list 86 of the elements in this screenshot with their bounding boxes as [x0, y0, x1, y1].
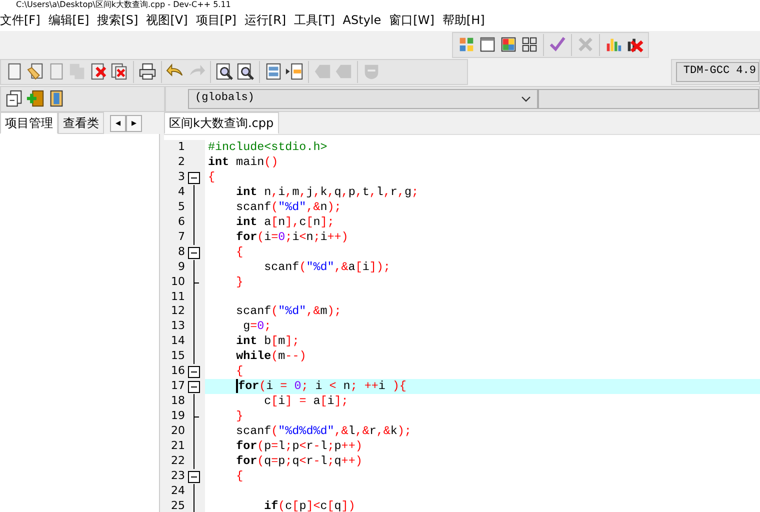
code-line: scanf("%d",&m); — [235, 304, 342, 320]
menu-item[interactable]: 编辑[E] — [48, 11, 98, 29]
check-icon[interactable] — [548, 35, 567, 54]
code-line: { — [235, 244, 244, 260]
code-line: g=0; — [242, 319, 272, 334]
menu-item[interactable]: 视图[V] — [146, 11, 196, 29]
code-line: scanf("%d",&n); — [235, 200, 342, 215]
line-number: 20 — [170, 424, 185, 440]
line-number: 12 — [170, 304, 185, 320]
line-number: 2 — [177, 154, 185, 170]
printer-icon[interactable] — [138, 62, 157, 81]
line-number: 24 — [170, 484, 185, 499]
line-number: 14 — [170, 334, 185, 350]
line-number: 16 — [170, 364, 185, 380]
code-line: } — [235, 274, 244, 290]
line-number: 22 — [170, 454, 185, 469]
compiler-select[interactable]: TDM-GCC 4.9 — [676, 62, 759, 82]
code-line: #include<stdio.h> — [207, 140, 328, 155]
line-number: 7 — [177, 230, 185, 245]
code-line: } — [235, 409, 244, 424]
grid-icon[interactable] — [520, 35, 539, 54]
stacked-rows-icon[interactable] — [264, 62, 283, 81]
code-line: if(c[p]<c[q]) — [263, 498, 356, 512]
close-file-icon[interactable] — [89, 62, 108, 81]
search-icon[interactable] — [236, 62, 255, 81]
code-line: for(q=p;q<r-l;q++) — [235, 454, 364, 469]
chevron-down-icon — [521, 96, 531, 102]
line-number: 13 — [170, 319, 185, 334]
window-icon[interactable] — [478, 35, 497, 54]
side-tab[interactable]: 查看类 — [58, 112, 104, 134]
line-number: 17 — [170, 379, 185, 394]
code-line: scanf("%d%d%d",&l,&r,&k); — [235, 424, 412, 440]
menu-item[interactable]: 文件[F] — [0, 11, 48, 29]
project-icon[interactable] — [5, 89, 24, 108]
line-number: 11 — [170, 290, 185, 304]
code-line: while(m--) — [235, 349, 308, 364]
menu-item[interactable]: AStyle — [342, 11, 390, 29]
close-all-icon[interactable] — [110, 62, 129, 81]
side-tab[interactable]: 项目管理 — [0, 112, 58, 134]
code-line: for(i=0;i<n;i++) — [235, 230, 350, 245]
line-number: 1 — [177, 140, 185, 155]
code-line: int main() — [207, 154, 280, 170]
search-icon[interactable] — [215, 62, 234, 81]
code-line: int b[m]; — [235, 334, 300, 350]
fold-toggle-icon[interactable] — [188, 381, 200, 394]
scroll-tab-button[interactable]: ◂ — [110, 114, 126, 132]
fold-toggle-icon[interactable] — [188, 172, 200, 184]
line-number: 5 — [177, 200, 185, 215]
quad-icon[interactable] — [499, 35, 518, 54]
code-line: int a[n],c[n]; — [235, 214, 336, 230]
menu-item[interactable]: 帮助[H] — [442, 11, 493, 29]
menu-item[interactable]: 窗口[W] — [389, 11, 442, 29]
code-line: int n,i,m,j,k,q,p,t,l,r,g; — [235, 184, 420, 200]
code-line: for(p=l;p<r-l;p++) — [235, 439, 364, 454]
window-title: C:\Users\a\Desktop\区间k大数查询.cpp - Dev-C++ 5.11 — [0, 0, 760, 9]
scroll-tab-button[interactable]: ▸ — [126, 114, 142, 132]
scope-dropdown[interactable]: (globals) — [188, 88, 538, 108]
code-line: c[i] = a[i]; — [263, 394, 350, 410]
code-line: { — [235, 364, 244, 380]
line-number: 8 — [177, 244, 185, 260]
menu-item[interactable]: 运行[R] — [244, 11, 294, 29]
line-number: 10 — [170, 274, 185, 290]
line-number: 9 — [177, 260, 185, 275]
fold-toggle-icon[interactable] — [188, 366, 200, 378]
code-line: { — [235, 468, 244, 484]
editor-tab[interactable]: 区间k大数查询.cpp — [164, 112, 279, 134]
menu-item[interactable]: 搜索[S] — [97, 11, 146, 29]
line-number: 19 — [170, 409, 185, 424]
indent-icon[interactable] — [285, 62, 304, 81]
open-file-icon[interactable] — [26, 62, 45, 81]
line-number: 21 — [170, 439, 185, 454]
add-file-icon[interactable] — [26, 89, 45, 108]
menu-item[interactable]: 项目[P] — [196, 11, 244, 29]
code-line: scanf("%d",&a[i]); — [263, 260, 392, 275]
line-number: 6 — [177, 214, 185, 230]
menu-item[interactable]: 工具[T] — [294, 11, 343, 29]
line-number: 25 — [170, 498, 185, 512]
line-number: 15 — [170, 349, 185, 364]
fold-toggle-icon[interactable] — [188, 470, 200, 483]
fold-toggle-icon[interactable] — [188, 246, 200, 259]
line-number: 3 — [177, 170, 185, 185]
tiles-icon[interactable] — [457, 35, 476, 54]
line-number: 18 — [170, 394, 185, 410]
line-number: 4 — [177, 184, 185, 200]
line-number: 23 — [170, 468, 185, 484]
code-line: { — [207, 170, 216, 185]
